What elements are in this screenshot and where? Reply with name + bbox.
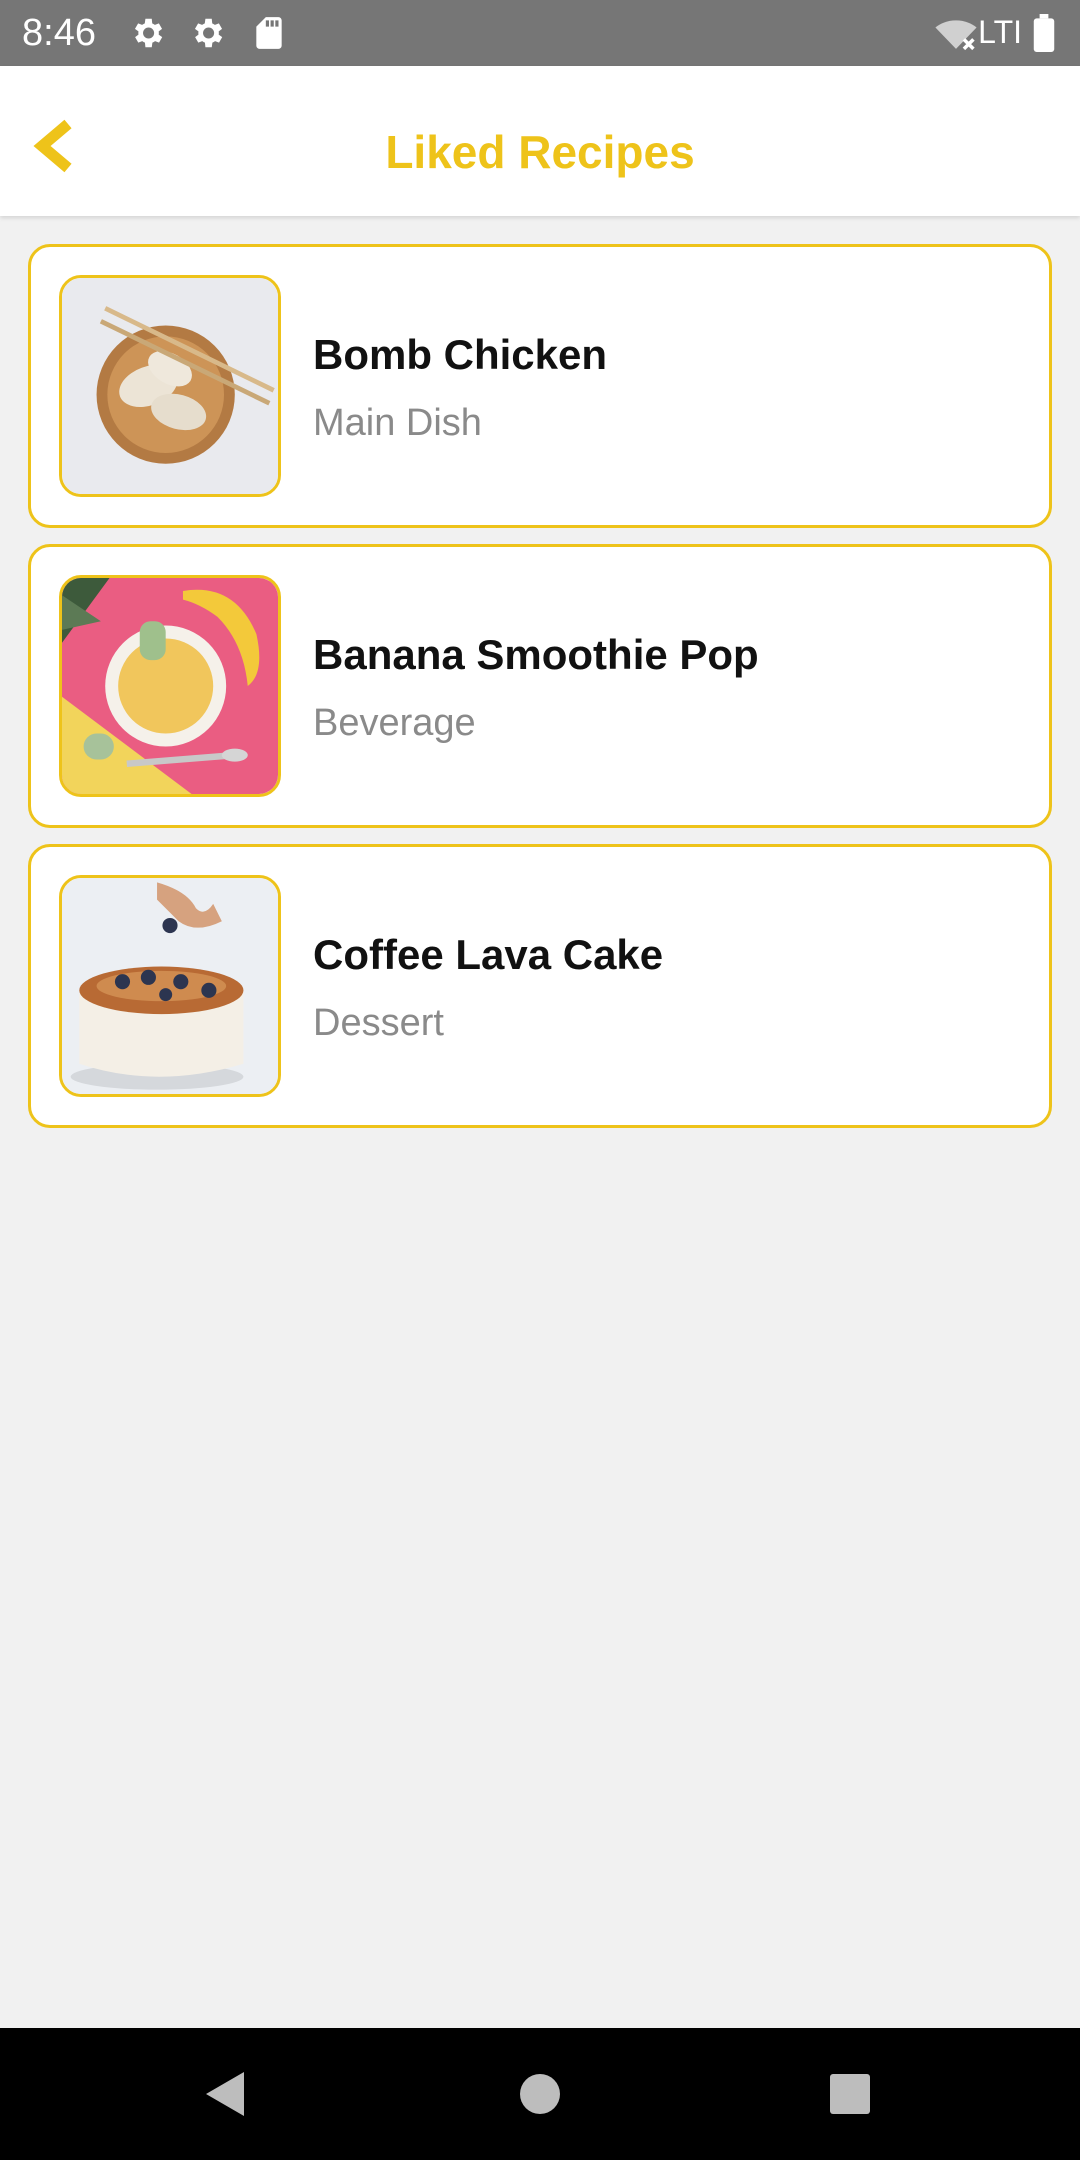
recipe-image-banana-smoothie (59, 575, 281, 797)
recipe-image-dumplings (59, 275, 281, 497)
banana-smoothie-photo (62, 578, 278, 794)
recipe-category: Beverage (313, 702, 476, 744)
status-bar: 8:46 LTI (0, 0, 1080, 66)
wifi-off-icon (935, 20, 977, 51)
battery-icon (1033, 14, 1055, 52)
settings-icon (134, 18, 163, 48)
blueberry-cake-photo (62, 878, 278, 1094)
status-time: 8:46 (22, 12, 96, 54)
recipe-card[interactable]: Banana Smoothie Pop Beverage (28, 544, 1052, 828)
recipe-image-lava-cake (59, 875, 281, 1097)
dumplings-photo (62, 278, 278, 494)
circle-home-icon[interactable] (518, 2072, 562, 2116)
sd-card-icon (256, 17, 282, 49)
recipe-card[interactable]: Coffee Lava Cake Dessert (28, 844, 1052, 1128)
recipe-category: Main Dish (313, 402, 482, 444)
app-bar: Liked Recipes (0, 66, 1080, 216)
system-nav-bar (0, 2028, 1080, 2160)
settings-icon (194, 18, 223, 48)
recipe-title: Bomb Chicken (313, 331, 608, 378)
square-recents-icon[interactable] (828, 2072, 872, 2116)
recipe-card[interactable]: Bomb Chicken Main Dish (28, 244, 1052, 528)
triangle-back-icon[interactable] (200, 2068, 250, 2120)
recipe-title: Banana Smoothie Pop (313, 631, 759, 678)
recipe-category: Dessert (313, 1002, 444, 1044)
recipe-title: Coffee Lava Cake (313, 931, 664, 978)
recipe-list: Bomb Chicken Main Dish Banana Smoothie P… (28, 244, 1052, 1144)
page-title: Liked Recipes (385, 126, 695, 178)
network-label: LTI (978, 14, 1022, 50)
